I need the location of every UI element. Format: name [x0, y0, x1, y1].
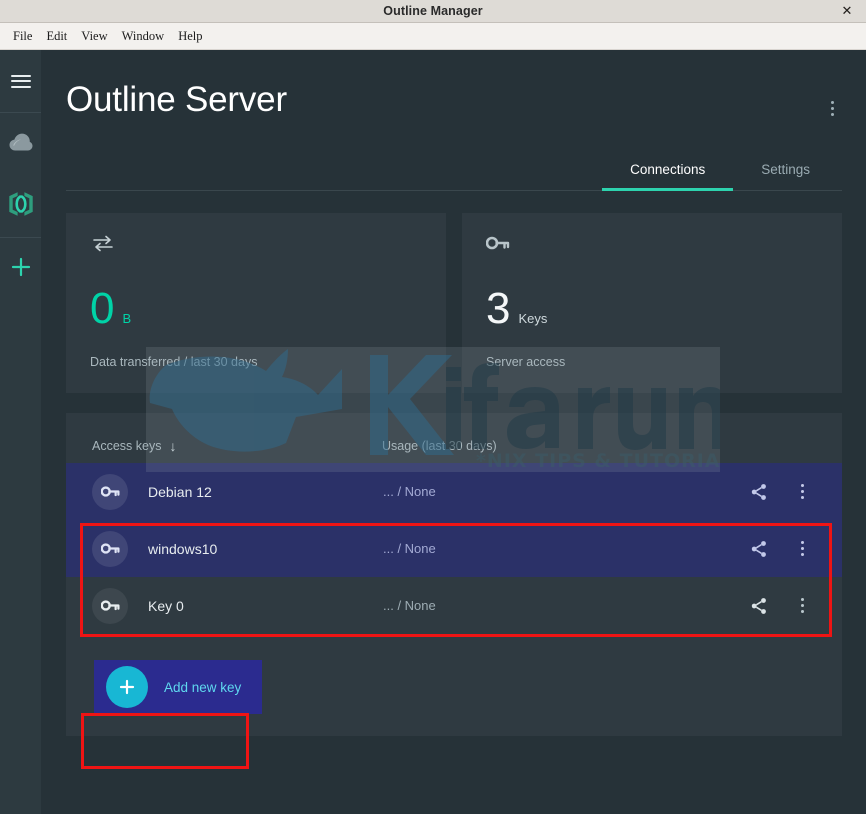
- key-icon: [486, 235, 818, 269]
- menu-help[interactable]: Help: [171, 26, 209, 47]
- table-row[interactable]: windows10 ... / None: [66, 520, 842, 577]
- window-title: Outline Manager: [383, 4, 482, 18]
- server-access-card: 3 Keys Server access: [462, 213, 842, 393]
- data-transferred-value-row: 0 B: [90, 287, 422, 331]
- key-avatar: [92, 474, 128, 510]
- data-transferred-caption: Data transferred / last 30 days: [90, 355, 422, 369]
- data-transferred-unit: B: [122, 311, 131, 326]
- tab-settings[interactable]: Settings: [733, 150, 838, 191]
- column-access-keys[interactable]: Access keys ↓: [92, 439, 382, 453]
- transfer-arrows-icon: [90, 235, 422, 269]
- left-rail: [0, 50, 42, 814]
- stat-cards: 0 B Data transferred / last 30 days 3 Ke…: [42, 191, 866, 393]
- add-new-key-button[interactable]: Add new key: [94, 660, 262, 714]
- outline-logo-icon: [8, 191, 34, 222]
- window-titlebar: Outline Manager ✕: [0, 0, 866, 23]
- data-transferred-value: 0: [90, 287, 114, 331]
- row-more-options-icon[interactable]: [792, 482, 812, 502]
- add-server-button[interactable]: [0, 238, 41, 300]
- key-usage: ... / None: [383, 484, 748, 499]
- menu-toggle-button[interactable]: [0, 50, 41, 112]
- key-avatar: [92, 588, 128, 624]
- key-name: Key 0: [148, 598, 383, 614]
- row-actions: [748, 538, 816, 560]
- plus-icon: [10, 256, 32, 283]
- access-keys-panel: Access keys ↓ Usage (last 30 days) Debia…: [66, 413, 842, 736]
- cloud-provider-button[interactable]: [0, 113, 41, 175]
- server-access-value-row: 3 Keys: [486, 287, 818, 331]
- key-name: Debian 12: [148, 484, 383, 500]
- share-icon[interactable]: [748, 595, 770, 617]
- server-access-unit: Keys: [518, 311, 547, 326]
- column-access-keys-label: Access keys: [92, 439, 161, 453]
- key-usage: ... / None: [383, 541, 748, 556]
- tab-connections[interactable]: Connections: [602, 150, 733, 191]
- menu-edit[interactable]: Edit: [39, 26, 74, 47]
- share-icon[interactable]: [748, 481, 770, 503]
- row-actions: [748, 481, 816, 503]
- menu-file[interactable]: File: [6, 26, 39, 47]
- outline-server-button[interactable]: [0, 175, 41, 237]
- sort-descending-icon[interactable]: ↓: [169, 439, 176, 453]
- access-keys-table-header: Access keys ↓ Usage (last 30 days): [66, 429, 842, 463]
- main-content: Outline Server Connections Settings 0: [42, 50, 866, 814]
- add-key-plus-icon: [106, 666, 148, 708]
- server-more-options-icon[interactable]: [820, 96, 844, 120]
- page-header: Outline Server Connections Settings: [42, 50, 866, 191]
- key-usage: ... / None: [383, 598, 748, 613]
- row-more-options-icon[interactable]: [792, 596, 812, 616]
- menubar: File Edit View Window Help: [0, 23, 866, 50]
- server-access-value: 3: [486, 287, 510, 331]
- cloud-icon: [8, 132, 34, 157]
- table-row[interactable]: Debian 12 ... / None: [66, 463, 842, 520]
- row-more-options-icon[interactable]: [792, 539, 812, 559]
- page-title: Outline Server: [66, 78, 842, 122]
- row-actions: [748, 595, 816, 617]
- key-avatar: [92, 531, 128, 567]
- close-icon[interactable]: ✕: [836, 0, 858, 22]
- menu-view[interactable]: View: [74, 26, 114, 47]
- table-row[interactable]: Key 0 ... / None: [66, 577, 842, 634]
- add-new-key-label: Add new key: [164, 680, 241, 695]
- key-name: windows10: [148, 541, 383, 557]
- server-access-caption: Server access: [486, 355, 818, 369]
- tab-bar: Connections Settings: [66, 150, 842, 191]
- outline-manager-window: Outline Manager ✕ File Edit View Window …: [0, 0, 866, 814]
- column-usage-label: Usage (last 30 days): [382, 439, 497, 453]
- menu-window[interactable]: Window: [115, 26, 172, 47]
- share-icon[interactable]: [748, 538, 770, 560]
- data-transferred-card: 0 B Data transferred / last 30 days: [66, 213, 446, 393]
- hamburger-icon: [11, 71, 31, 91]
